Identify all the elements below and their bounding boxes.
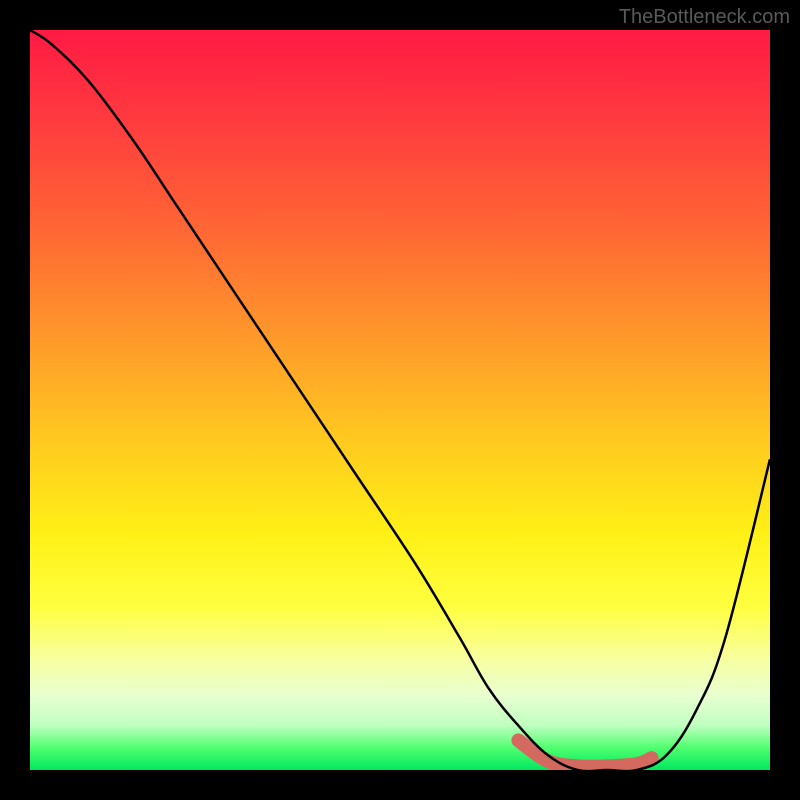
optimal-highlight-path: [518, 740, 651, 766]
chart-plot-area: [30, 30, 770, 770]
bottleneck-curve-path: [30, 30, 770, 770]
chart-svg: [30, 30, 770, 770]
watermark-text: TheBottleneck.com: [619, 6, 790, 29]
